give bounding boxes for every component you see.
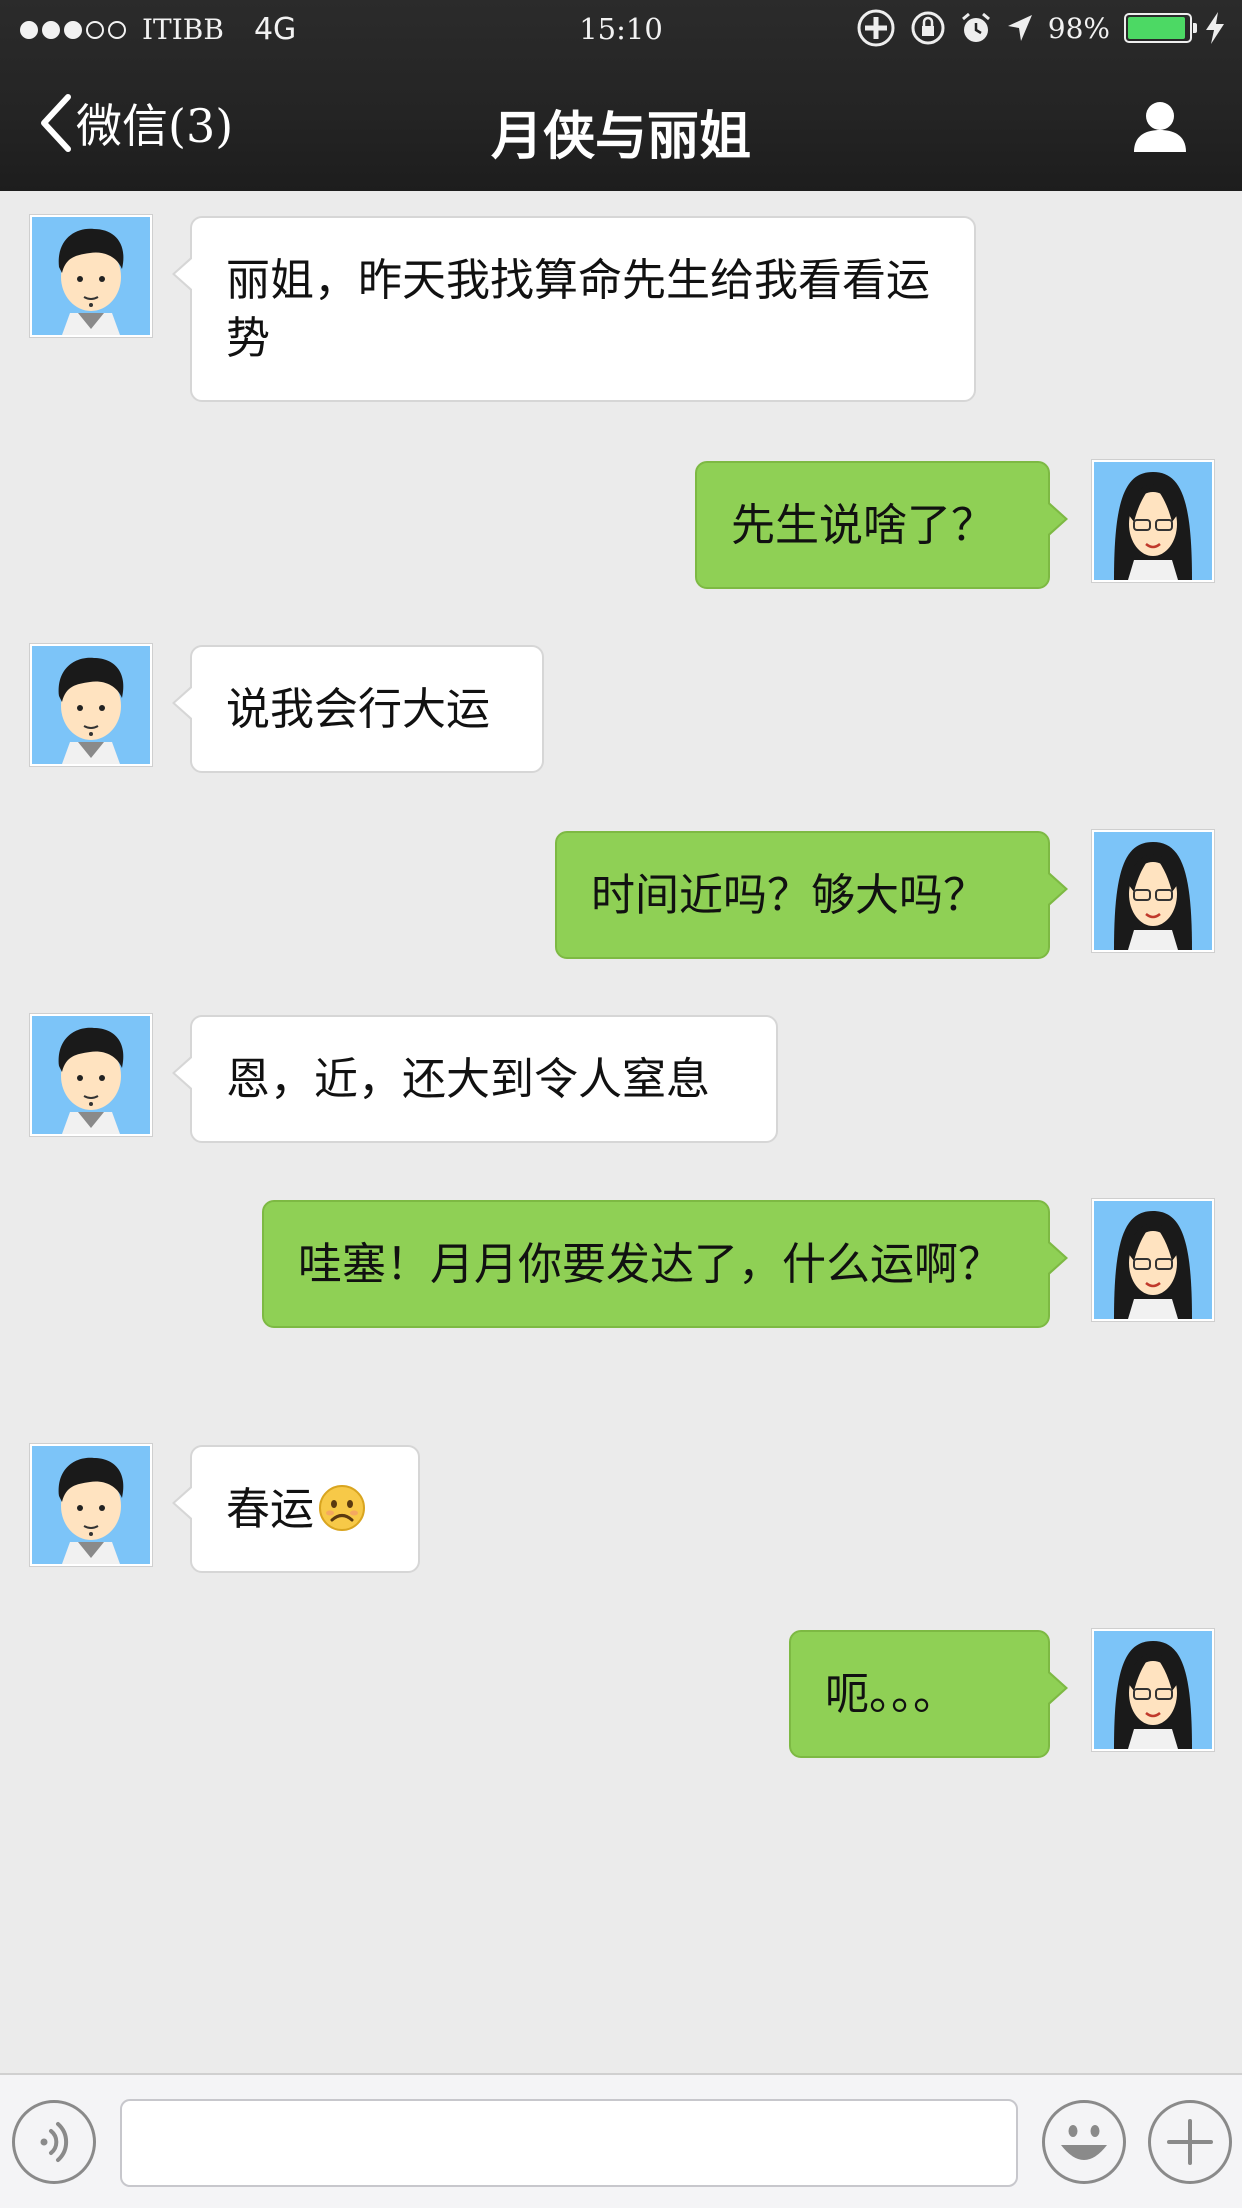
message-text: 哇塞！月月你要发达了，什么运啊？	[298, 1239, 1002, 1290]
rotation-lock-icon	[911, 11, 945, 45]
more-button[interactable]	[1148, 2100, 1232, 2184]
message-bubble-received[interactable]: 恩，近，还大到令人窒息	[172, 1015, 778, 1143]
location-arrow-icon	[1007, 15, 1032, 41]
sad-face-emoji-icon	[319, 1485, 365, 1531]
status-right: 98%	[856, 8, 1224, 48]
status-bar: ITIBB 4G 15:10 98%	[0, 0, 1242, 60]
avatar-female[interactable]	[1091, 829, 1215, 953]
message-text: 呃。。。	[825, 1669, 957, 1720]
avatar-male[interactable]	[29, 214, 153, 338]
message-bubble-sent[interactable]: 哇塞！月月你要发达了，什么运啊？	[262, 1200, 1068, 1328]
message-text: 丽姐，昨天我找算命先生给我看看运势	[226, 255, 930, 364]
avatar-female[interactable]	[1091, 1198, 1215, 1322]
battery-percentage: 98%	[1047, 11, 1110, 45]
message-bubble-sent[interactable]: 先生说啥了？	[695, 461, 1068, 589]
message-input[interactable]	[120, 2099, 1018, 2187]
avatar-male[interactable]	[29, 1443, 153, 1567]
message-text: 说我会行大运	[226, 684, 490, 735]
emoji-button[interactable]	[1042, 2100, 1126, 2184]
charging-bolt-icon	[1206, 12, 1224, 44]
navigation-plus-icon	[857, 9, 895, 47]
voice-button[interactable]	[12, 2100, 96, 2184]
message-text: 先生说啥了？	[731, 500, 995, 551]
top-bar: ITIBB 4G 15:10 98% 微信(3) 月侠与丽姐	[0, 0, 1242, 191]
avatar-male[interactable]	[29, 1013, 153, 1137]
profile-icon[interactable]	[1130, 96, 1190, 156]
avatar-female[interactable]	[1091, 459, 1215, 583]
avatar-female[interactable]	[1091, 1628, 1215, 1752]
avatar-male[interactable]	[29, 643, 153, 767]
message-bubble-received[interactable]: 丽姐，昨天我找算命先生给我看看运势	[172, 216, 976, 402]
chat-area[interactable]: 丽姐，昨天我找算命先生给我看看运势 先生说啥了？ 说我会行大运 时间近吗？够大吗…	[0, 191, 1242, 2073]
alarm-icon	[961, 12, 990, 42]
message-text: 恩，近，还大到令人窒息	[226, 1054, 710, 1105]
battery-icon	[1124, 13, 1197, 43]
message-bubble-sent[interactable]: 时间近吗？够大吗？	[555, 831, 1068, 959]
smiley-icon	[1061, 2125, 1107, 2160]
chat-title: 月侠与丽姐	[490, 107, 751, 167]
input-bar	[0, 2073, 1242, 2208]
voice-icon	[40, 2122, 69, 2162]
message-bubble-received[interactable]: 春运	[172, 1445, 420, 1573]
message-text: 春运	[226, 1484, 314, 1535]
nav-bar: 微信(3) 月侠与丽姐	[0, 60, 1242, 191]
message-bubble-sent[interactable]: 呃。。。	[789, 1630, 1068, 1758]
message-bubble-received[interactable]: 说我会行大运	[172, 645, 544, 773]
message-text: 时间近吗？够大吗？	[591, 870, 987, 921]
plus-icon	[1167, 2119, 1213, 2165]
